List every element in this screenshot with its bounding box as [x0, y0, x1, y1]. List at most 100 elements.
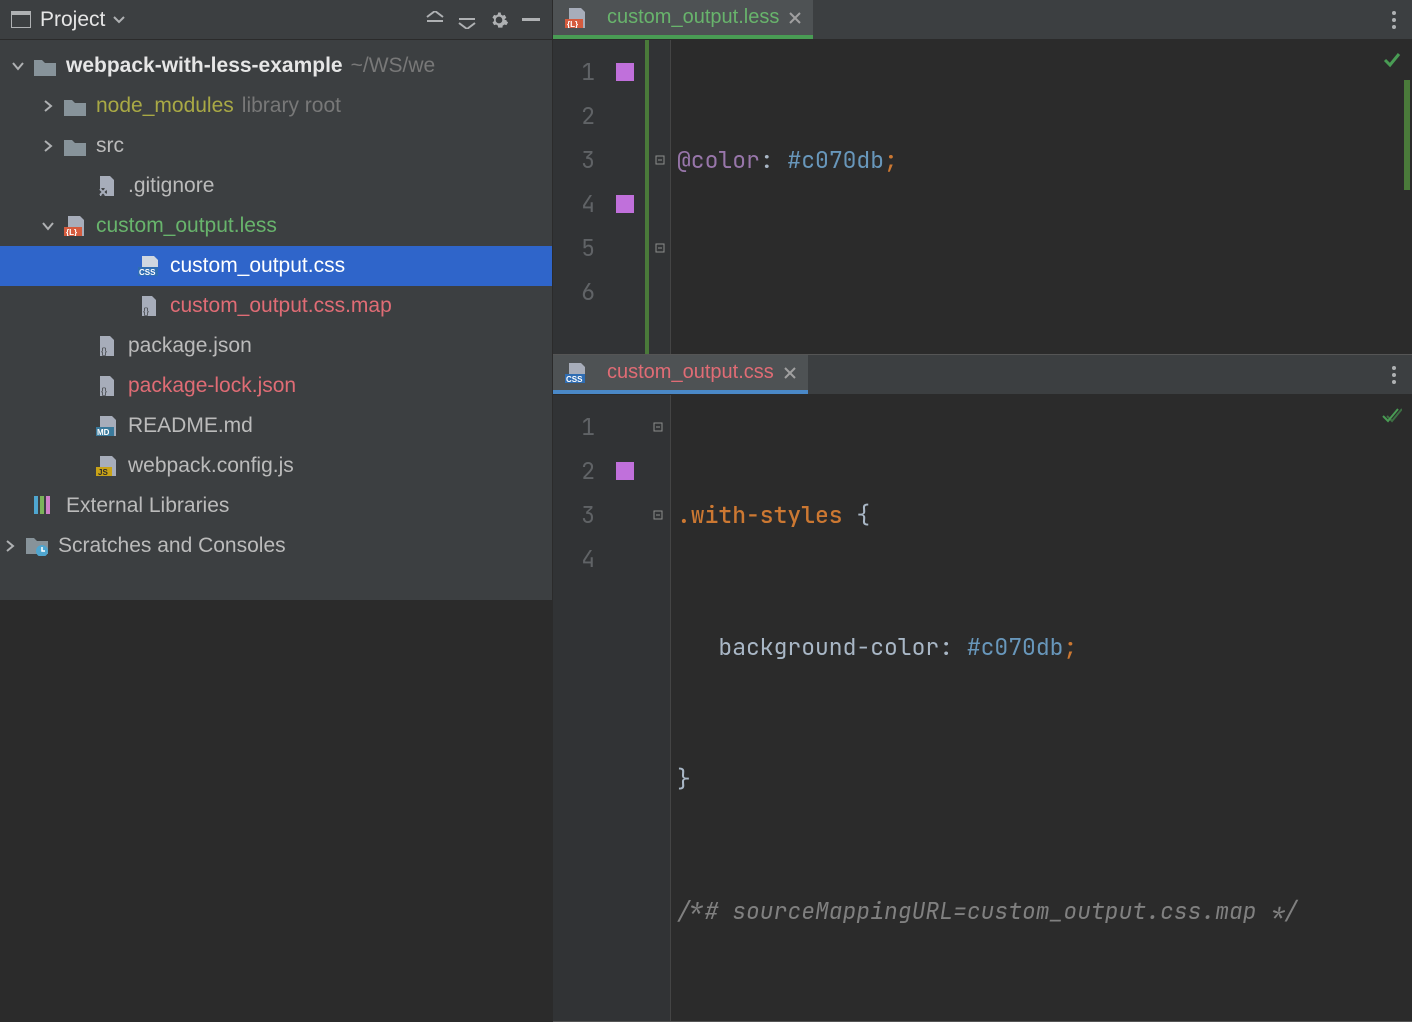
- editor-body-less[interactable]: 1 2 3 4 5 6 @color: #c070db;: [553, 40, 1412, 354]
- collapse-all-icon[interactable]: [454, 7, 480, 33]
- tree-item-packagelock[interactable]: · {} package-lock.json: [0, 366, 552, 406]
- tree-item-readme[interactable]: · MD README.md: [0, 406, 552, 446]
- js-file-icon: JS: [96, 456, 118, 476]
- tree-item-src[interactable]: src: [0, 126, 552, 166]
- tree-item-webpack[interactable]: · JS webpack.config.js: [0, 446, 552, 486]
- editor-pane-less: {L} custom_output.less 1 2 3 4 5 6: [553, 0, 1412, 355]
- fold-start-icon[interactable]: [649, 138, 670, 182]
- svg-text:{}: {}: [143, 306, 149, 316]
- tree-item-label: node_modules: [96, 94, 234, 118]
- chevron-down-icon[interactable]: [12, 60, 30, 72]
- editor-body-css[interactable]: 1 2 3 4 .with-styles { background-color:…: [553, 395, 1412, 1021]
- scratches-icon: [26, 536, 48, 556]
- swatch-gutter: [605, 40, 645, 354]
- tree-item-less[interactable]: {L} custom_output.less: [0, 206, 552, 246]
- sidebar-header: Project: [0, 0, 552, 40]
- code-css[interactable]: .with-styles { background-color: #c070db…: [671, 395, 1412, 1021]
- editor-pane-css: CSS custom_output.css 1 2 3 4: [553, 355, 1412, 1022]
- svg-text:{L}: {L}: [567, 20, 578, 28]
- tree-item-label: package-lock.json: [128, 374, 296, 398]
- tab-label: custom_output.css: [607, 361, 774, 384]
- svg-text:MD: MD: [97, 428, 110, 436]
- tree-item-label: src: [96, 134, 124, 158]
- tab-css[interactable]: CSS custom_output.css: [553, 355, 808, 394]
- svg-text:{}: {}: [101, 346, 107, 356]
- tree-scratches[interactable]: Scratches and Consoles: [0, 526, 552, 566]
- select-opened-icon[interactable]: [422, 7, 448, 33]
- minimize-icon[interactable]: [518, 7, 544, 33]
- libraries-icon: [34, 496, 56, 516]
- tree-item-label: custom_output.less: [96, 214, 277, 238]
- tab-bar-top: {L} custom_output.less: [553, 0, 1412, 40]
- fold-gutter: [645, 395, 671, 1021]
- color-swatch[interactable]: [616, 63, 634, 81]
- inspection-ok-icon[interactable]: [1382, 50, 1402, 70]
- chevron-down-icon[interactable]: [42, 220, 60, 232]
- tree-item-cssmap[interactable]: · {} custom_output.css.map: [0, 286, 552, 326]
- tree-item-label: README.md: [128, 414, 253, 438]
- fold-end-icon[interactable]: [649, 226, 670, 270]
- json-file-icon: {}: [96, 336, 118, 356]
- svg-text:CSS: CSS: [139, 268, 156, 276]
- fold-start-icon[interactable]: [645, 405, 670, 449]
- project-tree: webpack-with-less-example ~/WS/we node_m…: [0, 40, 552, 600]
- md-file-icon: MD: [96, 416, 118, 436]
- folder-icon: [34, 56, 56, 76]
- project-sidebar: Project webpack-with-less-example: [0, 0, 553, 600]
- tree-root-label: webpack-with-less-example: [66, 54, 343, 78]
- svg-text:{L}: {L}: [66, 228, 77, 236]
- folder-icon: [64, 136, 86, 156]
- chevron-down-icon[interactable]: [113, 16, 125, 24]
- code-less[interactable]: @color: #c070db; .with-styles { backgrou…: [671, 40, 1412, 354]
- line-gutter: 1 2 3 4: [553, 395, 605, 1021]
- project-icon: [8, 7, 34, 33]
- swatch-gutter: [605, 395, 645, 1021]
- tree-item-label: webpack.config.js: [128, 454, 294, 478]
- tree-item-node-modules[interactable]: node_modules library root: [0, 86, 552, 126]
- file-icon: [96, 176, 118, 196]
- color-swatch[interactable]: [616, 462, 634, 480]
- less-file-icon: {L}: [64, 216, 86, 236]
- tree-root[interactable]: webpack-with-less-example ~/WS/we: [0, 46, 552, 86]
- tree-item-label: External Libraries: [66, 494, 229, 518]
- tree-item-label: .gitignore: [128, 174, 214, 198]
- tree-item-label: Scratches and Consoles: [58, 534, 286, 558]
- tree-item-label: custom_output.css: [170, 254, 345, 278]
- svg-text:CSS: CSS: [566, 375, 583, 383]
- close-icon[interactable]: [789, 12, 801, 24]
- map-file-icon: {}: [138, 296, 160, 316]
- inspection-ok-icon[interactable]: [1380, 405, 1402, 427]
- tree-item-label: custom_output.css.map: [170, 294, 392, 318]
- folder-icon: [64, 96, 86, 116]
- close-icon[interactable]: [784, 367, 796, 379]
- svg-text:JS: JS: [98, 468, 108, 476]
- css-file-icon: CSS: [138, 256, 160, 276]
- tree-item-packagejson[interactable]: · {} package.json: [0, 326, 552, 366]
- tab-less[interactable]: {L} custom_output.less: [553, 0, 813, 39]
- line-gutter: 1 2 3 4 5 6: [553, 40, 605, 354]
- fold-gutter: [645, 40, 671, 354]
- more-icon[interactable]: [1376, 355, 1412, 394]
- svg-text:{}: {}: [101, 386, 107, 396]
- more-icon[interactable]: [1376, 0, 1412, 39]
- tree-item-hint: library root: [242, 94, 341, 118]
- tree-root-hint: ~/WS/we: [351, 54, 436, 78]
- gear-icon[interactable]: [486, 7, 512, 33]
- json-file-icon: {}: [96, 376, 118, 396]
- chevron-right-icon[interactable]: [42, 100, 60, 112]
- tree-item-css[interactable]: · CSS custom_output.css: [0, 246, 552, 286]
- tab-label: custom_output.less: [607, 6, 779, 29]
- color-swatch[interactable]: [616, 195, 634, 213]
- tree-external-libs[interactable]: · External Libraries: [0, 486, 552, 526]
- fold-end-icon[interactable]: [645, 493, 670, 537]
- tree-item-label: package.json: [128, 334, 252, 358]
- css-file-icon: CSS: [565, 363, 587, 383]
- vcs-change-stripe: [1404, 80, 1410, 190]
- less-file-icon: {L}: [565, 8, 587, 28]
- sidebar-title[interactable]: Project: [40, 8, 105, 32]
- tree-item-gitignore[interactable]: · .gitignore: [0, 166, 552, 206]
- tab-bar-bottom: CSS custom_output.css: [553, 355, 1412, 395]
- chevron-right-icon[interactable]: [42, 140, 60, 152]
- chevron-right-icon[interactable]: [4, 540, 22, 552]
- editor-area: {L} custom_output.less 1 2 3 4 5 6: [553, 0, 1412, 600]
